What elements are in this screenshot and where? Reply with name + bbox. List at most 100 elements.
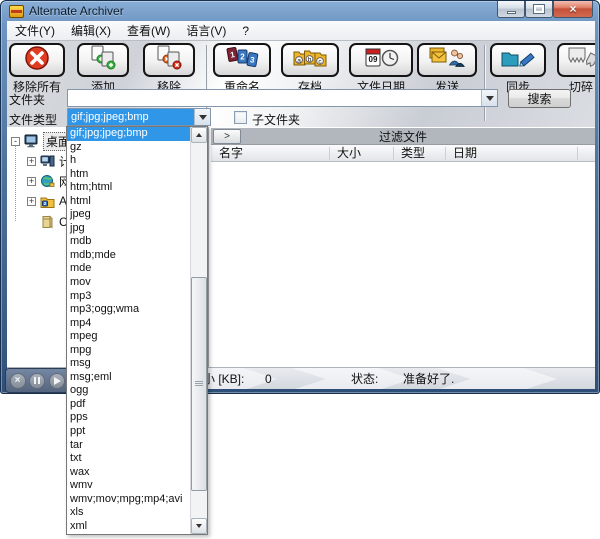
dropdown-item[interactable]: xml [67, 520, 190, 534]
caption-buttons: × [497, 1, 593, 18]
dropdown-item[interactable]: mp3;ogg;wma [67, 303, 190, 317]
tree-item-computer[interactable]: + 计 [27, 152, 71, 170]
menu-view[interactable]: 查看(W) [119, 21, 178, 40]
toolbar-separator [484, 45, 485, 121]
search-button[interactable]: 搜索 [508, 89, 571, 108]
dropdown-item[interactable]: gz [67, 141, 190, 155]
dropdown-item[interactable]: mp3 [67, 290, 190, 304]
column-name[interactable]: 名字 [219, 146, 243, 161]
send-icon [429, 45, 465, 76]
status-label: 状态: [351, 368, 378, 389]
file-list-header: 名字 大小 类型 日期 [211, 145, 595, 162]
tree-item-desktop[interactable]: - 桌面 [11, 132, 73, 150]
start-button[interactable] [49, 373, 65, 389]
folder-combobox-arrow[interactable] [481, 90, 497, 106]
filetype-combobox-value: gif;jpg;jpeg;bmp [68, 109, 194, 125]
file-list[interactable] [211, 162, 595, 367]
send-button[interactable]: 发送 [417, 43, 477, 95]
expand-icon[interactable]: + [27, 197, 36, 206]
maximize-button[interactable] [525, 1, 553, 18]
folder-icon [40, 215, 55, 229]
dropdown-item[interactable]: wmv [67, 479, 190, 493]
dropdown-item[interactable]: wax [67, 466, 190, 480]
collapse-icon[interactable]: - [11, 137, 20, 146]
dropdown-item[interactable]: gif;jpg;jpeg;bmp [67, 127, 190, 141]
tree-item-network[interactable]: + 网 [27, 172, 71, 190]
remove-all-button[interactable]: 移除所有 [9, 43, 65, 95]
stop-button[interactable]: × [10, 373, 26, 389]
computer-icon [40, 154, 55, 168]
dropdown-item[interactable]: mp4 [67, 317, 190, 331]
rename-icon: 123 [224, 45, 260, 76]
remove-button[interactable]: 移除 [143, 43, 195, 95]
statusbar-chevron [437, 368, 557, 389]
dropdown-item[interactable]: jpeg [67, 208, 190, 222]
subfolder-label: 子文件夹 [252, 111, 300, 127]
scrollbar-thumb[interactable] [191, 277, 207, 491]
subfolder-checkbox[interactable] [234, 111, 247, 124]
minimize-button[interactable] [497, 1, 525, 18]
column-type[interactable]: 类型 [401, 146, 425, 161]
dropdown-item[interactable]: ogg [67, 384, 190, 398]
column-size[interactable]: 大小 [337, 146, 361, 161]
column-date[interactable]: 日期 [453, 146, 477, 161]
dropdown-item[interactable]: msg;eml [67, 371, 190, 385]
sync-button[interactable]: 同步 [490, 43, 546, 95]
column-separator [577, 147, 578, 160]
expand-icon[interactable]: + [27, 177, 36, 186]
dropdown-item[interactable]: mpeg [67, 330, 190, 344]
dropdown-item[interactable]: msg [67, 357, 190, 371]
dropdown-item[interactable]: mpg [67, 344, 190, 358]
dropdown-item[interactable]: wmv;mov;mpg;mp4;avi [67, 493, 190, 507]
scroll-down-button[interactable] [191, 518, 207, 534]
menu-file[interactable]: 文件(Y) [7, 21, 63, 40]
size-value: 0 [265, 368, 272, 389]
svg-text:a: a [297, 57, 301, 64]
close-button[interactable]: × [553, 1, 593, 18]
folder-combobox[interactable] [67, 89, 498, 107]
dropdown-item[interactable]: h [67, 154, 190, 168]
dropdown-item[interactable]: txt [67, 452, 190, 466]
filter-expand-button[interactable]: > [213, 129, 241, 144]
app-icon [9, 5, 24, 18]
shred-button[interactable]: 切碎 [557, 43, 595, 95]
dropdown-item[interactable]: htm;html [67, 181, 190, 195]
menu-language[interactable]: 语言(V) [178, 21, 234, 40]
archive-button[interactable]: abc 存档 [281, 43, 339, 95]
folder-combobox-value [68, 90, 481, 106]
window-title: Alternate Archiver [29, 4, 124, 18]
svg-text:b: b [308, 56, 312, 63]
pause-button[interactable] [29, 373, 45, 389]
dropdown-item[interactable]: tar [67, 439, 190, 453]
dropdown-item[interactable]: pdf [67, 398, 190, 412]
dropdown-item[interactable]: ppt [67, 425, 190, 439]
folder-label: 文件夹 [9, 91, 45, 108]
scroll-up-button[interactable] [191, 127, 207, 143]
dropdown-item[interactable]: mdb [67, 235, 190, 249]
dropdown-item[interactable]: mdb;mde [67, 249, 190, 263]
play-icon [54, 377, 61, 385]
dropdown-item[interactable]: htm [67, 168, 190, 182]
dropdown-item[interactable]: mde [67, 262, 190, 276]
menubar: 文件(Y) 编辑(X) 查看(W) 语言(V) ? [7, 21, 595, 41]
dropdown-item[interactable]: jpg [67, 222, 190, 236]
filter-title: 过滤文件 [379, 128, 427, 145]
file-date-button[interactable]: 09 文件日期 [349, 43, 413, 95]
dropdown-item[interactable]: html [67, 195, 190, 209]
add-button[interactable]: 添加 [77, 43, 129, 95]
expand-icon[interactable]: + [27, 157, 36, 166]
pause-icon [34, 377, 40, 384]
filetype-combobox[interactable]: gif;jpg;jpeg;bmp [67, 108, 211, 126]
desktop-icon [24, 134, 39, 148]
filter-bar: 过滤文件 [211, 128, 595, 145]
tree-guide-line [15, 141, 16, 221]
dropdown-scrollbar[interactable] [190, 127, 207, 534]
dropdown-item[interactable]: mov [67, 276, 190, 290]
rename-button[interactable]: 123 重命名 [213, 43, 271, 95]
dropdown-item[interactable]: xls [67, 506, 190, 520]
menu-edit[interactable]: 编辑(X) [63, 21, 119, 40]
desktop-background: Alternate Archiver × 文件(Y) 编辑(X) 查看(W) 语… [0, 0, 600, 539]
filetype-combobox-arrow[interactable] [194, 109, 210, 125]
menu-help[interactable]: ? [234, 21, 257, 40]
dropdown-item[interactable]: pps [67, 411, 190, 425]
